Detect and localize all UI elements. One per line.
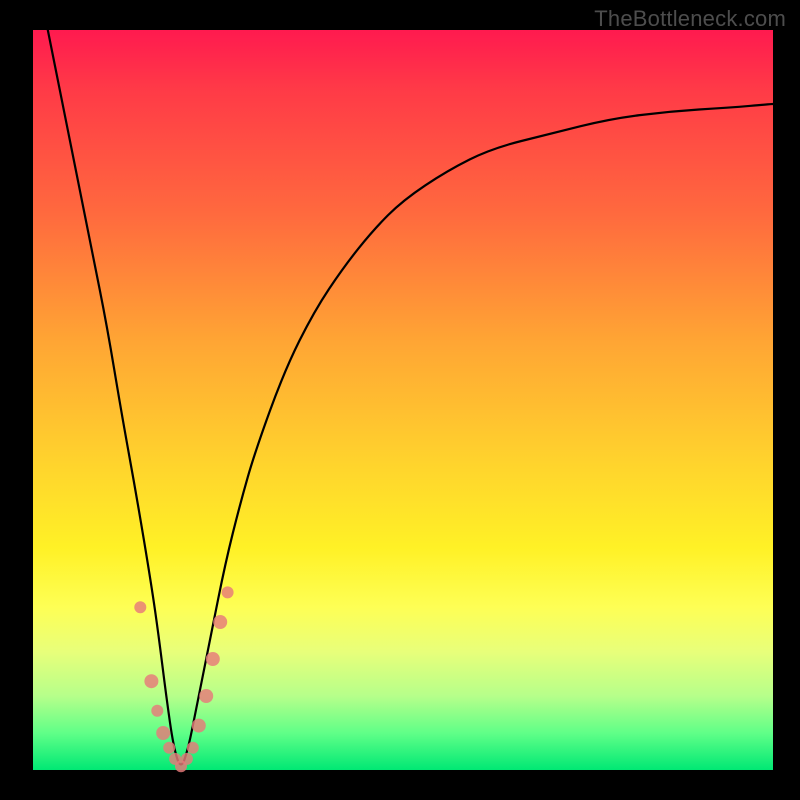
- data-point: [156, 726, 170, 740]
- bottleneck-curve: [48, 30, 773, 764]
- data-point: [222, 586, 234, 598]
- data-point: [213, 615, 227, 629]
- chart-svg: [33, 30, 773, 770]
- data-markers: [134, 586, 233, 772]
- data-point: [192, 719, 206, 733]
- data-point: [134, 601, 146, 613]
- data-point: [199, 689, 213, 703]
- data-point: [187, 742, 199, 754]
- data-point: [144, 674, 158, 688]
- data-point: [181, 753, 193, 765]
- plot-area: [33, 30, 773, 770]
- data-point: [151, 705, 163, 717]
- data-point: [206, 652, 220, 666]
- data-point: [163, 742, 175, 754]
- chart-frame: TheBottleneck.com: [0, 0, 800, 800]
- watermark-text: TheBottleneck.com: [594, 6, 786, 32]
